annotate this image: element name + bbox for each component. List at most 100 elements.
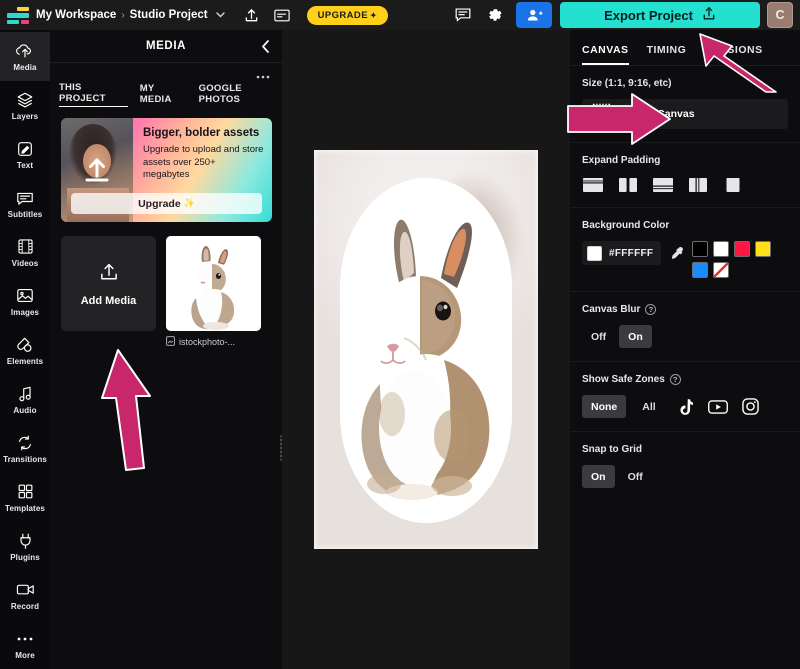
- hex-color-input[interactable]: #FFFFFF: [582, 241, 662, 265]
- gear-icon[interactable]: [482, 2, 508, 28]
- rail-label: Elements: [6, 357, 44, 366]
- rail-label: Text: [16, 161, 34, 170]
- safe-zones-label: Show Safe Zones: [582, 374, 665, 385]
- rail-item-record[interactable]: Record: [0, 571, 50, 620]
- upgrade-label: UPGRADE: [317, 9, 368, 21]
- padding-top-bottom-icon[interactable]: [582, 176, 604, 194]
- swatch-black[interactable]: [691, 241, 708, 257]
- size-section: Size (1:1, 9:16, etc) Resize Canvas: [570, 66, 800, 143]
- rail-item-text[interactable]: Text: [0, 130, 50, 179]
- captions-icon[interactable]: [269, 2, 295, 28]
- rail-item-audio[interactable]: Audio: [0, 375, 50, 424]
- promo-body: Upgrade to upload and store assets over …: [143, 144, 264, 181]
- current-color-swatch[interactable]: [587, 245, 602, 261]
- help-icon[interactable]: ?: [645, 304, 657, 315]
- snap-to-grid-off[interactable]: Off: [619, 465, 652, 488]
- user-avatar[interactable]: C: [767, 2, 793, 28]
- hex-value: #FFFFFF: [609, 247, 654, 259]
- export-project-label: Export Project: [604, 7, 693, 23]
- promo-upgrade-label: Upgrade: [138, 197, 181, 210]
- comment-icon[interactable]: [450, 2, 476, 28]
- swatch-red[interactable]: [733, 241, 750, 257]
- safe-zones-heading: Show Safe Zones ?: [582, 374, 788, 385]
- upload-icon[interactable]: [239, 2, 265, 28]
- rail-item-videos[interactable]: Videos: [0, 228, 50, 277]
- chevron-down-icon[interactable]: [215, 10, 225, 20]
- rail-item-transitions[interactable]: Transitions: [0, 424, 50, 473]
- rail-item-images[interactable]: Images: [0, 277, 50, 326]
- instagram-icon[interactable]: [738, 395, 764, 418]
- asset-thumbnail[interactable]: [166, 236, 261, 331]
- resize-canvas-label: Resize Canvas: [621, 108, 695, 120]
- asset-item[interactable]: istockphoto-...: [166, 236, 261, 348]
- share-collaborate-button[interactable]: [516, 2, 552, 28]
- padding-bottom-icon[interactable]: [652, 176, 674, 194]
- video-canvas[interactable]: [314, 150, 538, 549]
- tiktok-icon[interactable]: [672, 395, 698, 418]
- swatch-transparent[interactable]: [712, 262, 729, 278]
- promo-upgrade-button[interactable]: Upgrade ✨: [71, 193, 262, 214]
- rail-item-elements[interactable]: Elements: [0, 326, 50, 375]
- size-heading: Size (1:1, 9:16, etc): [582, 78, 672, 89]
- canvas-artwork: [340, 178, 512, 523]
- rail-item-more[interactable]: More: [0, 620, 50, 669]
- breadcrumb-project[interactable]: Studio Project: [130, 9, 208, 21]
- tab-versions[interactable]: VERSIONS: [704, 44, 762, 65]
- snap-to-grid-toggle: On Off: [582, 465, 788, 488]
- media-upload-icon: [16, 41, 34, 60]
- background-color-heading: Background Color: [582, 220, 670, 231]
- swatch-white[interactable]: [712, 241, 729, 257]
- rail-label: Record: [10, 602, 40, 611]
- upgrade-button[interactable]: UPGRADE ✦: [306, 5, 389, 25]
- media-panel: MEDIA THIS PROJECT MY MEDIA GOOGLE PHOTO…: [50, 30, 284, 669]
- help-icon[interactable]: ?: [669, 374, 681, 385]
- promo-heading: Bigger, bolder assets: [143, 127, 260, 139]
- rail-label: Templates: [5, 504, 45, 513]
- asset-filename: istockphoto-...: [179, 337, 236, 347]
- tab-canvas[interactable]: CANVAS: [582, 44, 629, 65]
- snap-to-grid-section: Snap to Grid On Off: [570, 432, 800, 501]
- rail-label: More: [15, 651, 35, 660]
- tab-timing[interactable]: TIMING: [647, 44, 687, 65]
- chevron-left-icon[interactable]: [257, 38, 274, 55]
- expand-padding-heading: Expand Padding: [582, 155, 661, 166]
- app-logo[interactable]: [0, 0, 36, 30]
- rail-item-templates[interactable]: Templates: [0, 473, 50, 522]
- tab-this-project[interactable]: THIS PROJECT: [59, 82, 128, 107]
- rail-item-layers[interactable]: Layers: [0, 81, 50, 130]
- canvas-blur-off[interactable]: Off: [582, 325, 615, 348]
- padding-left-icon[interactable]: [687, 176, 709, 194]
- rail-label: Transitions: [3, 455, 47, 464]
- rail-label: Audio: [13, 406, 37, 415]
- transitions-icon: [16, 433, 34, 452]
- asset-grid: Add Media istockphoto-...: [50, 222, 282, 348]
- export-project-button[interactable]: Export Project: [560, 2, 760, 28]
- left-tool-rail: Media Layers Text Subtitles Videos Image…: [0, 30, 50, 669]
- breadcrumb-workspace[interactable]: My Workspace: [36, 9, 116, 21]
- rail-item-subtitles[interactable]: Subtitles: [0, 179, 50, 228]
- resize-canvas-button[interactable]: Resize Canvas: [582, 99, 788, 129]
- upgrade-promo-card[interactable]: Bigger, bolder assets Upgrade to upload …: [61, 118, 272, 222]
- image-icon: [16, 286, 34, 305]
- safe-zone-none[interactable]: None: [582, 395, 627, 418]
- safe-zone-all[interactable]: All: [633, 395, 664, 418]
- padding-left-right-icon[interactable]: [617, 176, 639, 194]
- youtube-icon[interactable]: [705, 395, 731, 418]
- canvas-blur-on[interactable]: On: [619, 325, 652, 348]
- eyedropper-icon[interactable]: [669, 241, 684, 265]
- swatch-blue[interactable]: [691, 262, 708, 278]
- tab-google-photos[interactable]: GOOGLE PHOTOS: [199, 83, 282, 107]
- media-overflow-menu[interactable]: [50, 63, 282, 80]
- tab-my-media[interactable]: MY MEDIA: [140, 83, 187, 107]
- rail-item-plugins[interactable]: Plugins: [0, 522, 50, 571]
- snap-to-grid-heading: Snap to Grid: [582, 444, 642, 455]
- add-media-button[interactable]: Add Media: [61, 236, 156, 331]
- plugin-plug-icon: [17, 531, 34, 550]
- rail-item-media[interactable]: Media: [0, 32, 50, 81]
- media-panel-header: MEDIA: [50, 30, 282, 63]
- snap-to-grid-on[interactable]: On: [582, 465, 615, 488]
- padding-none-icon[interactable]: [722, 176, 744, 194]
- swatch-yellow[interactable]: [754, 241, 771, 257]
- color-swatches: [691, 241, 788, 278]
- canvas-blur-label: Canvas Blur: [582, 304, 641, 315]
